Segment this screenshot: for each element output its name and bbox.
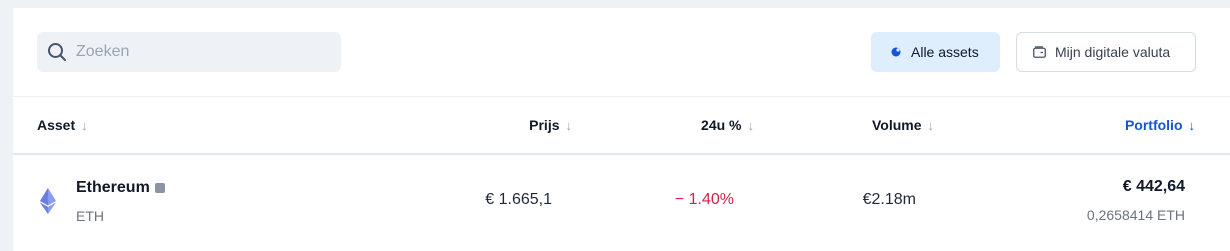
table-row[interactable]: Ethereum ETH € 1.665,1 − 1.40% €2.18m € …	[13, 155, 1230, 249]
column-label: 24u %	[701, 117, 742, 133]
arrow-down-icon: ↓	[565, 117, 573, 133]
portfolio-amount: 0,2658414 ETH	[1086, 207, 1185, 223]
table-header: Asset ↓ Prijs ↓ 24u % ↓ Volume ↓ Portfol…	[13, 97, 1230, 155]
my-crypto-label: Mijn digitale valuta	[1055, 44, 1171, 60]
asset-symbol: ETH	[76, 208, 104, 224]
volume-value: €2.18m	[862, 191, 916, 208]
toolbar: Alle assets Mijn digitale valuta	[13, 8, 1230, 97]
arrow-down-icon: ↓	[1188, 117, 1196, 133]
column-header-portfolio[interactable]: Portfolio ↓	[1125, 97, 1195, 153]
column-label: Prijs	[529, 117, 560, 133]
column-header-change[interactable]: 24u % ↓	[701, 97, 754, 153]
search-icon	[48, 43, 66, 61]
column-header-price[interactable]: Prijs ↓	[529, 97, 572, 153]
column-header-volume[interactable]: Volume ↓	[872, 97, 934, 153]
search-box[interactable]	[37, 32, 341, 72]
all-assets-icon	[891, 47, 901, 57]
column-label: Asset	[37, 117, 76, 133]
all-assets-label: Alle assets	[911, 44, 979, 60]
change-value: − 1.40%	[674, 191, 734, 208]
price-value: € 1.665,1	[485, 191, 552, 208]
assets-card: Alle assets Mijn digitale valuta Asset ↓…	[13, 8, 1230, 251]
wallet-icon	[1033, 46, 1046, 58]
arrow-down-icon: ↓	[81, 117, 88, 133]
portfolio-value: € 442,64	[1122, 178, 1185, 195]
search-input[interactable]	[76, 32, 326, 72]
all-assets-button[interactable]: Alle assets	[871, 32, 1000, 72]
my-crypto-button[interactable]: Mijn digitale valuta	[1016, 32, 1196, 72]
column-label: Volume	[871, 117, 922, 133]
ethereum-icon	[40, 188, 56, 214]
arrow-down-icon: ↓	[927, 117, 935, 133]
column-label: Portfolio	[1124, 117, 1183, 133]
column-header-asset[interactable]: Asset ↓	[37, 97, 88, 153]
asset-name: Ethereum	[76, 179, 165, 197]
asset-name-text: Ethereum	[76, 179, 150, 196]
verified-badge-icon	[154, 183, 165, 193]
arrow-down-icon: ↓	[747, 117, 755, 133]
